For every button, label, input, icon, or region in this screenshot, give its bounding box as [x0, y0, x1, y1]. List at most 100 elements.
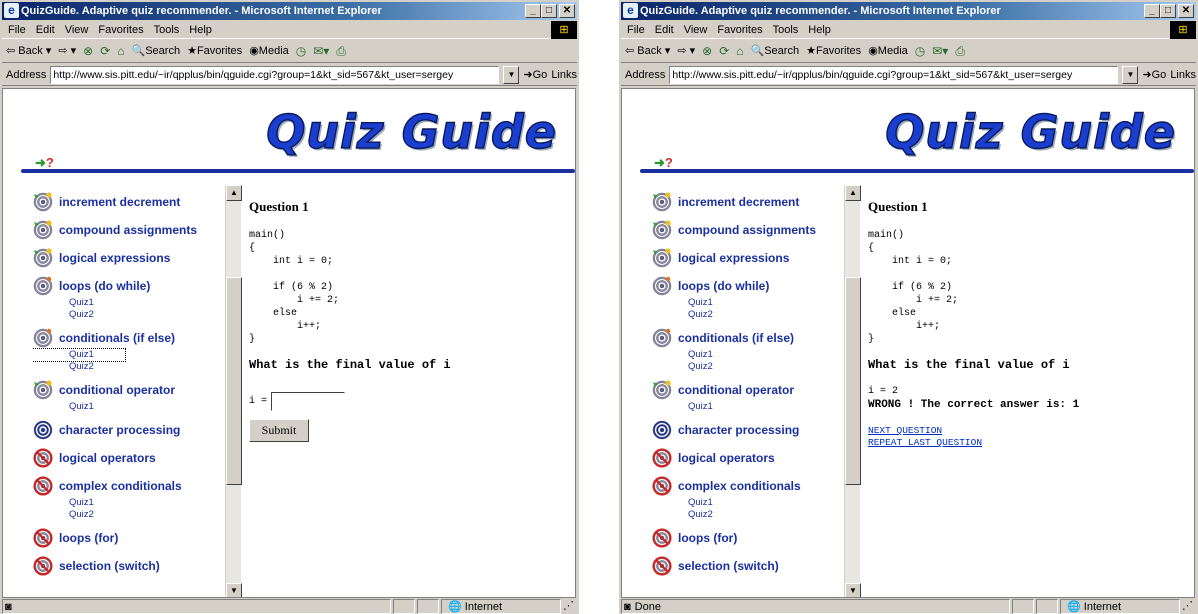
- quiz-link[interactable]: Quiz1: [69, 297, 229, 309]
- menu-help[interactable]: Help: [189, 21, 212, 38]
- quiz-link[interactable]: Quiz2: [69, 509, 229, 521]
- topic-item[interactable]: logical operators: [652, 447, 848, 469]
- topic-label[interactable]: logical operators: [59, 451, 156, 465]
- topic-item[interactable]: character processing: [652, 419, 848, 441]
- search-button[interactable]: 🔍Search: [751, 40, 800, 62]
- links-button[interactable]: Links: [551, 69, 577, 81]
- topic-label[interactable]: increment decrement: [59, 195, 180, 209]
- menu-tools[interactable]: Tools: [154, 21, 180, 38]
- scroll-up-icon[interactable]: ▲: [226, 185, 242, 201]
- quiz-link[interactable]: Quiz1: [69, 497, 229, 509]
- topic-item[interactable]: loops (for): [33, 527, 229, 549]
- mail-icon[interactable]: ✉▾: [313, 40, 329, 62]
- quiz-link[interactable]: Quiz2: [688, 309, 848, 321]
- sidebar-scrollbar[interactable]: ▲ ▼: [225, 185, 242, 597]
- topic-label[interactable]: loops (do while): [59, 279, 150, 293]
- quiz-link[interactable]: Quiz1: [688, 297, 848, 309]
- minimize-button[interactable]: _: [525, 4, 541, 18]
- scroll-up-icon[interactable]: ▲: [845, 185, 861, 201]
- scroll-thumb[interactable]: [845, 277, 861, 485]
- resize-grip-icon[interactable]: ⋰: [1182, 599, 1196, 614]
- minimize-button[interactable]: _: [1144, 4, 1160, 18]
- go-button[interactable]: ➜Go: [1142, 68, 1166, 81]
- media-button[interactable]: ◉Media: [249, 40, 289, 62]
- menu-file[interactable]: File: [8, 21, 26, 38]
- quiz-link[interactable]: Quiz1: [33, 348, 126, 362]
- topic-item[interactable]: compound assignments: [33, 219, 229, 241]
- submit-button[interactable]: Submit: [249, 419, 309, 442]
- refresh-icon[interactable]: ⟳: [719, 40, 729, 62]
- topic-label[interactable]: logical expressions: [59, 251, 170, 265]
- maximize-button[interactable]: □: [541, 4, 557, 18]
- topic-label[interactable]: loops (for): [678, 531, 737, 545]
- topic-item[interactable]: logical expressions: [33, 247, 229, 269]
- quiz-link[interactable]: Quiz1: [688, 349, 848, 361]
- quiz-link[interactable]: Quiz2: [69, 361, 229, 373]
- history-icon[interactable]: ◷: [915, 40, 925, 62]
- scroll-thumb[interactable]: [226, 277, 242, 485]
- topic-label[interactable]: conditional operator: [59, 383, 175, 397]
- menu-favorites[interactable]: Favorites: [98, 21, 143, 38]
- next-question-link[interactable]: NEXT QUESTION: [868, 425, 1188, 437]
- topic-label[interactable]: character processing: [59, 423, 180, 437]
- topic-label[interactable]: selection (switch): [678, 559, 779, 573]
- home-icon[interactable]: ⌂: [736, 40, 743, 62]
- print-icon[interactable]: ⎙: [955, 40, 965, 62]
- quiz-link[interactable]: Quiz2: [688, 361, 848, 373]
- answer-input[interactable]: [271, 392, 346, 411]
- topic-item[interactable]: loops (do while): [33, 275, 229, 297]
- menu-view[interactable]: View: [65, 21, 89, 38]
- menu-tools[interactable]: Tools: [773, 21, 799, 38]
- mail-icon[interactable]: ✉▾: [932, 40, 948, 62]
- topic-label[interactable]: loops (do while): [678, 279, 769, 293]
- topic-label[interactable]: character processing: [678, 423, 799, 437]
- forward-button[interactable]: ⇨ ▾: [58, 40, 76, 62]
- sidebar-scrollbar[interactable]: ▲ ▼: [844, 185, 861, 597]
- print-icon[interactable]: ⎙: [336, 40, 346, 62]
- topic-item[interactable]: selection (switch): [652, 555, 848, 577]
- quiz-link[interactable]: Quiz2: [688, 509, 848, 521]
- back-button[interactable]: ⇦ Back ▾: [6, 40, 51, 62]
- topic-item[interactable]: complex conditionals: [652, 475, 848, 497]
- menu-edit[interactable]: Edit: [36, 21, 55, 38]
- quiz-link[interactable]: Quiz2: [69, 309, 229, 321]
- topic-item[interactable]: selection (switch): [33, 555, 229, 577]
- topic-label[interactable]: logical expressions: [678, 251, 789, 265]
- search-button[interactable]: 🔍Search: [132, 40, 181, 62]
- stop-icon[interactable]: ⊗: [702, 40, 712, 62]
- topic-item[interactable]: loops (for): [652, 527, 848, 549]
- address-input[interactable]: http://www.sis.pitt.edu/~ir/qpplus/bin/q…: [669, 65, 1119, 84]
- topic-label[interactable]: complex conditionals: [59, 479, 182, 493]
- stop-icon[interactable]: ⊗: [83, 40, 93, 62]
- favorites-button[interactable]: ★Favorites: [187, 40, 242, 62]
- go-button[interactable]: ➜Go: [523, 68, 547, 81]
- links-button[interactable]: Links: [1170, 69, 1196, 81]
- topic-item[interactable]: increment decrement: [33, 191, 229, 213]
- topic-label[interactable]: compound assignments: [59, 223, 197, 237]
- topic-item[interactable]: complex conditionals: [33, 475, 229, 497]
- scroll-down-icon[interactable]: ▼: [226, 583, 242, 597]
- maximize-button[interactable]: □: [1160, 4, 1176, 18]
- topic-label[interactable]: complex conditionals: [678, 479, 801, 493]
- menu-view[interactable]: View: [684, 21, 708, 38]
- home-icon[interactable]: ⌂: [117, 40, 124, 62]
- topic-label[interactable]: increment decrement: [678, 195, 799, 209]
- topic-item[interactable]: conditional operator: [652, 379, 848, 401]
- address-dropdown-icon[interactable]: ▼: [1122, 65, 1139, 84]
- title-bar[interactable]: e QuizGuide. Adaptive quiz recommender. …: [2, 2, 577, 20]
- close-button[interactable]: ✕: [559, 4, 575, 18]
- scroll-down-icon[interactable]: ▼: [845, 583, 861, 597]
- resize-grip-icon[interactable]: ⋰: [563, 599, 577, 614]
- topic-item[interactable]: logical expressions: [652, 247, 848, 269]
- forward-button[interactable]: ⇨ ▾: [677, 40, 695, 62]
- title-bar[interactable]: e QuizGuide. Adaptive quiz recommender. …: [621, 2, 1196, 20]
- topic-label[interactable]: compound assignments: [678, 223, 816, 237]
- topic-label[interactable]: conditionals (if else): [678, 331, 794, 345]
- menu-help[interactable]: Help: [808, 21, 831, 38]
- quiz-link[interactable]: Quiz1: [688, 497, 848, 509]
- topic-item[interactable]: compound assignments: [652, 219, 848, 241]
- topic-item[interactable]: loops (do while): [652, 275, 848, 297]
- favorites-button[interactable]: ★Favorites: [806, 40, 861, 62]
- topic-item[interactable]: conditionals (if else): [652, 327, 848, 349]
- topic-item[interactable]: logical operators: [33, 447, 229, 469]
